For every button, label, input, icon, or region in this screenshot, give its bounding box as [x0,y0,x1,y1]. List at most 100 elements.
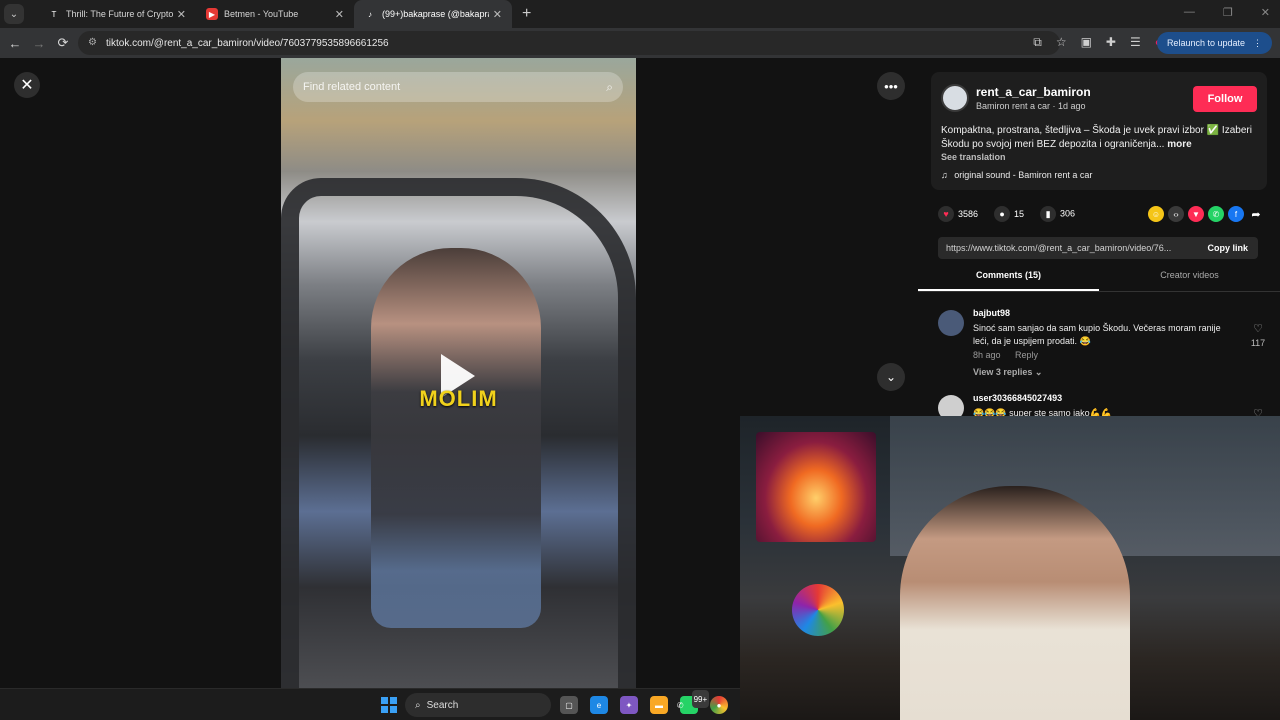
webcam-overlay [740,416,1280,720]
window-controls: — ❐ ✕ [1184,6,1270,19]
back-icon[interactable]: ← [3,36,27,51]
tab-creator-videos[interactable]: Creator videos [1099,270,1280,291]
browser-tab-thrill[interactable]: T Thrill: The Future of Crypto Casi ✕ [38,0,196,28]
maximize-icon[interactable]: ❐ [1223,6,1233,19]
facebook-icon[interactable]: f [1228,206,1244,222]
search-icon: ⌕ [415,699,421,711]
copy-link-button[interactable]: Copy link [1207,243,1258,253]
save-button[interactable]: ▮ 306 [1040,206,1075,222]
sound-label: original sound - Bamiron rent a car [954,170,1093,180]
copilot-icon[interactable]: ✦ [620,696,638,714]
edge-icon[interactable]: e [590,696,608,714]
post-info-card: rent_a_car_bamiron Bamiron rent a car · … [931,72,1267,190]
tv-fireplace-image [756,432,876,542]
site-info-icon[interactable]: ⚙ [88,37,100,49]
music-note-icon: ♫ [941,170,948,180]
relaunch-label: Relaunch to update [1166,38,1245,48]
see-translation-link[interactable]: See translation [941,152,1006,162]
tab-comments[interactable]: Comments (15) [918,270,1099,291]
more-options-icon[interactable]: ••• [877,72,905,100]
share-icons: ☺ ‹› ▼ ✆ f ➦ [1148,206,1264,222]
toolbar-icons: ⧉ ☆ ▣ ✚ ☰ ● [1033,35,1162,50]
coin-gift-icon[interactable]: ☺ [1148,206,1164,222]
tab-title: Thrill: The Future of Crypto Casi [66,9,173,19]
next-video-chevron-down-icon[interactable]: ⌄ [877,363,905,391]
tab-title: (99+)bakaprase (@bakaprase) | [382,9,489,19]
share-friends-icon[interactable]: ▼ [1188,206,1204,222]
browser-tab-tiktok[interactable]: ♪ (99+)bakaprase (@bakaprase) | ✕ [354,0,512,28]
streamer-image [900,486,1130,720]
share-link-box: https://www.tiktok.com/@rent_a_car_bamir… [938,237,1258,259]
extension-icon[interactable]: ▣ [1081,35,1092,50]
reload-icon[interactable]: ⟳ [51,35,75,51]
view-replies-link[interactable]: View 3 replies ⌄ [973,367,1042,378]
whatsapp-icon[interactable]: ✆ [1208,206,1224,222]
comments-tabs: Comments (15) Creator videos [918,270,1280,292]
like-button[interactable]: ♥ 3586 [938,206,978,222]
comment-item: bajbut98 Sinoć sam sanjao da sam kupio Š… [938,308,1268,388]
username[interactable]: rent_a_car_bamiron [976,85,1091,99]
comment-username[interactable]: user30366845027493 [973,393,1062,403]
avatar[interactable] [938,310,964,336]
minimize-icon[interactable]: — [1184,6,1195,19]
taskbar-apps: ▢ e ✦ ▬ ✆ 99+ ● [560,690,728,714]
windows-taskbar: ⌕ Search ▢ e ✦ ▬ ✆ 99+ ● [0,688,740,720]
user-subline: Bamiron rent a car · 1d ago [976,101,1086,111]
more-link[interactable]: more [1167,139,1191,150]
sound-link[interactable]: ♫ original sound - Bamiron rent a car [941,170,1092,180]
windows-start-icon[interactable] [381,697,397,713]
relaunch-button[interactable]: Relaunch to update ⋮ [1156,32,1272,54]
comment-count: 15 [1014,209,1025,219]
address-bar[interactable]: ⚙ tiktok.com/@rent_a_car_bamiron/video/7… [78,31,1060,55]
close-icon[interactable]: ✕ [14,72,40,98]
related-content-search[interactable]: Find related content ⌕ [293,72,623,102]
post-description: Kompaktna, prostrana, štedljiva – Škoda … [941,124,1261,152]
thrill-favicon-icon: T [51,9,57,19]
search-placeholder: Find related content [303,81,401,93]
comment-time: 8h ago [973,350,1001,360]
comment-button[interactable]: ● 15 [994,206,1024,222]
tab-search-menu-button[interactable]: ⌄ [4,4,24,24]
youtube-favicon-icon: ▶ [206,8,218,20]
close-tab-icon[interactable]: ✕ [177,8,186,21]
close-tab-icon[interactable]: ✕ [493,8,502,21]
chrome-icon[interactable]: ● [710,696,728,714]
tab-title: Betmen - YouTube [224,9,299,19]
search-icon[interactable]: ⌕ [606,80,613,95]
comment-meta: 8h ago Reply [973,350,1038,360]
browser-tab-youtube[interactable]: ▶ Betmen - YouTube ✕ [196,0,354,28]
close-window-icon[interactable]: ✕ [1261,6,1270,19]
comment-bubble-icon: ● [994,206,1011,222]
engagement-stats: ♥ 3586 ● 15 ▮ 306 [938,206,1075,222]
menu-kebab-icon[interactable]: ⋮ [1253,38,1262,49]
bookmark-star-icon[interactable]: ☆ [1056,35,1067,50]
share-link-text[interactable]: https://www.tiktok.com/@rent_a_car_bamir… [946,243,1171,253]
reading-list-icon[interactable]: ☰ [1130,35,1141,50]
rainbow-ball-image [792,584,844,636]
close-tab-icon[interactable]: ✕ [335,8,344,21]
follow-button[interactable]: Follow [1193,86,1257,112]
post-side-panel: rent_a_car_bamiron Bamiron rent a car · … [918,58,1280,421]
forward-icon[interactable]: → [27,36,51,51]
comment-username[interactable]: bajbut98 [973,308,1010,318]
puzzle-extensions-icon[interactable]: ✚ [1106,35,1116,50]
comment-like-count: 117 [1250,338,1266,348]
new-tab-icon[interactable]: + [522,5,531,23]
comment-text: Sinoć sam sanjao da sam kupio Škodu. Več… [973,323,1221,346]
install-app-icon[interactable]: ⧉ [1033,35,1042,50]
heart-icon[interactable]: ♡ [1248,322,1268,335]
video-player[interactable]: Find related content ⌕ MOLIM [281,58,636,688]
whatsapp-icon[interactable]: ✆ 99+ [677,690,710,714]
url-text: tiktok.com/@rent_a_car_bamiron/video/760… [106,37,389,49]
avatar[interactable] [941,84,969,112]
task-view-icon[interactable]: ▢ [560,696,578,714]
embed-code-icon[interactable]: ‹› [1168,206,1184,222]
whatsapp-badge: 99+ [691,690,710,708]
share-arrow-icon[interactable]: ➦ [1248,206,1264,222]
file-explorer-icon[interactable]: ▬ [650,696,668,714]
video-caption: MOLIM [419,386,498,411]
reply-link[interactable]: Reply [1015,350,1038,360]
taskbar-search[interactable]: ⌕ Search [405,693,551,717]
bookmark-icon: ▮ [1040,206,1057,222]
tiktok-favicon-icon: ♪ [368,9,372,19]
